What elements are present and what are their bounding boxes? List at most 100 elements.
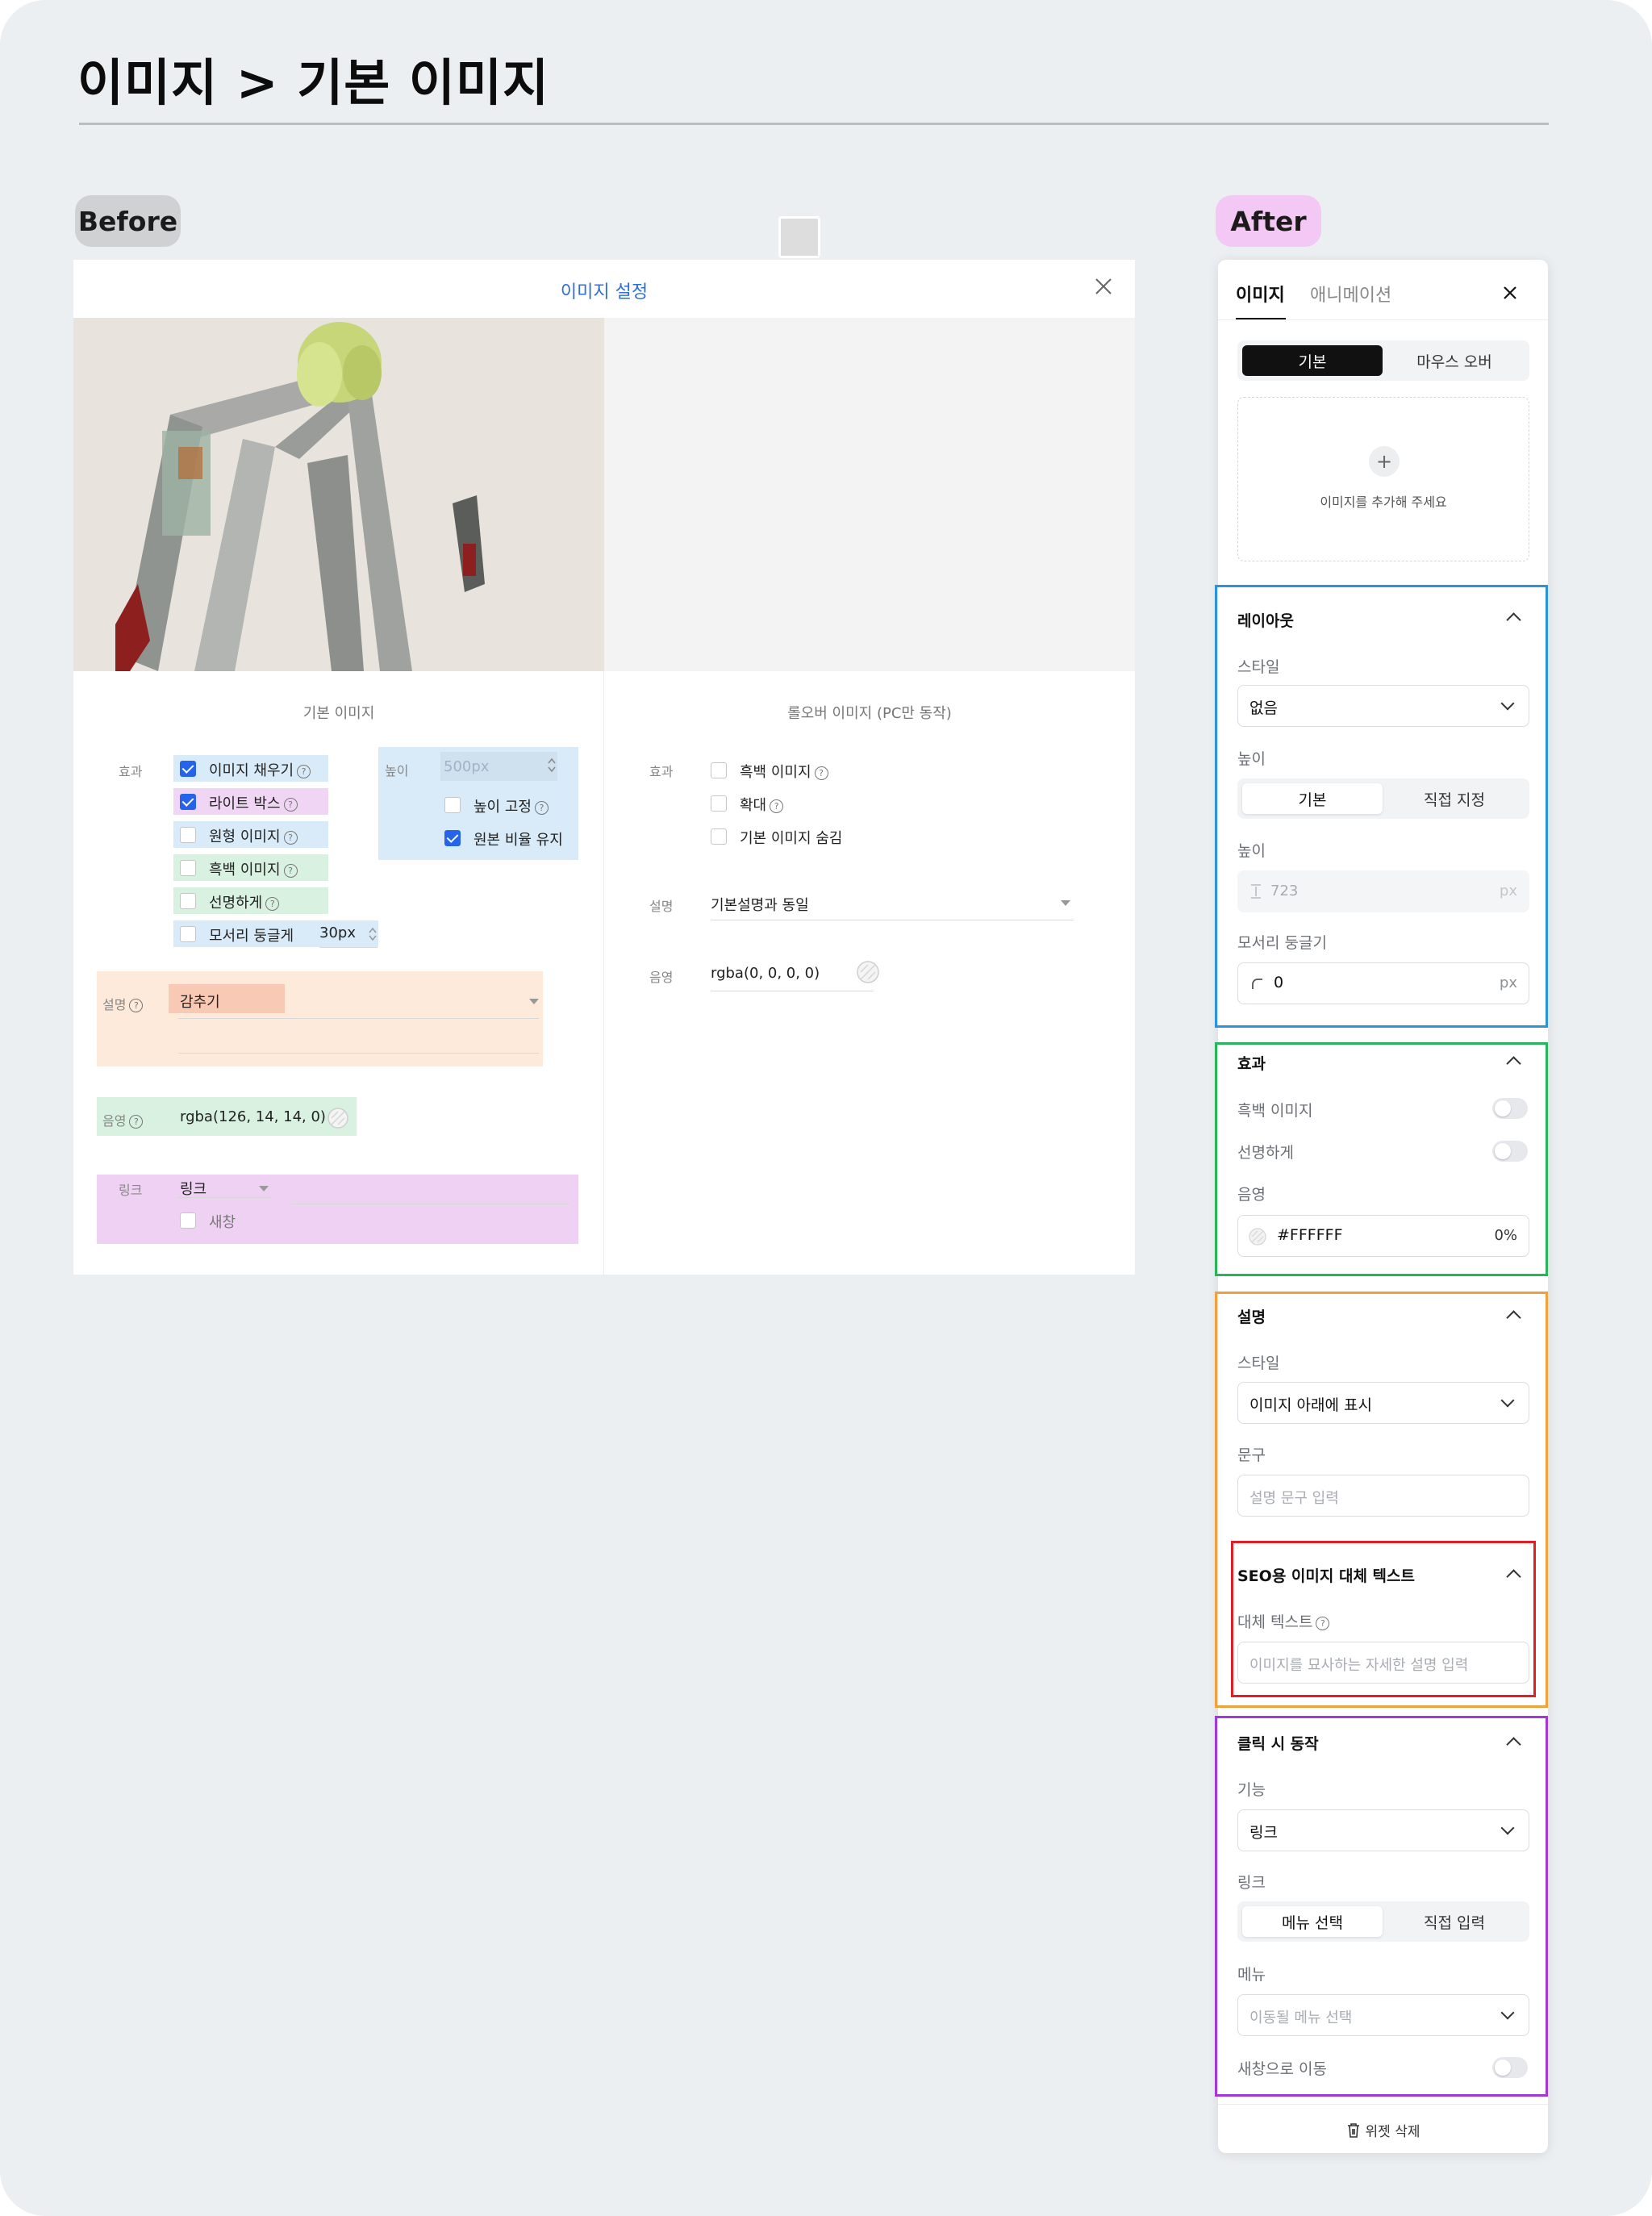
- fill-image-checkbox[interactable]: [180, 761, 196, 777]
- keep-ratio-label: 원본 비율 유지: [473, 832, 563, 849]
- help-icon[interactable]: ?: [297, 765, 311, 778]
- rollover-shadow-value[interactable]: rgba(0, 0, 0, 0): [711, 965, 820, 982]
- help-icon[interactable]: ?: [265, 897, 280, 911]
- rounded-corner-checkbox[interactable]: [180, 926, 196, 942]
- height-label: 높이: [1237, 750, 1266, 768]
- corner-radius-icon: [1252, 979, 1262, 989]
- shadow-value[interactable]: rgba(126, 14, 14, 0): [180, 1108, 326, 1125]
- state-hover-option[interactable]: 마우스 오버: [1384, 345, 1525, 376]
- keep-ratio-checkbox[interactable]: [444, 830, 461, 846]
- shadow-label: 음영: [1237, 1186, 1266, 1204]
- grayscale-label: 흑백 이미지: [209, 862, 281, 878]
- help-icon[interactable]: ?: [129, 999, 144, 1012]
- menu-select[interactable]: 이동될 메뉴 선택: [1237, 1994, 1529, 2036]
- tab-image[interactable]: 이미지: [1236, 281, 1285, 307]
- effect-title: 효과: [1237, 1055, 1266, 1073]
- color-picker-icon[interactable]: [327, 1107, 349, 1129]
- help-icon[interactable]: ?: [770, 799, 784, 813]
- menu-placeholder: 이동될 메뉴 선택: [1249, 2009, 1353, 2026]
- page: 이미지 > 기본 이미지 Before After 이미지 설정 기본 이미지 …: [0, 0, 1652, 2216]
- image-dropzone[interactable]: + 이미지를 추가해 주세요: [1237, 397, 1529, 561]
- stepper-icon[interactable]: [547, 757, 557, 774]
- function-select[interactable]: 링크: [1237, 1809, 1529, 1851]
- sharpen-option: 선명하게?: [209, 891, 280, 912]
- radius-unit: px: [1499, 974, 1517, 991]
- shadow-label: 음영: [102, 1113, 127, 1129]
- color-picker-icon[interactable]: [856, 960, 880, 984]
- before-label: Before: [75, 195, 181, 247]
- menu-label: 메뉴: [1237, 1966, 1266, 1984]
- rollover-desc-label: 설명: [649, 899, 674, 914]
- description-text-input[interactable]: 설명 문구 입력: [1237, 1475, 1529, 1517]
- link-mode-menu[interactable]: 메뉴 선택: [1242, 1906, 1383, 1937]
- rollover-grayscale-option: 흑백 이미지?: [740, 761, 828, 782]
- height-value: 723: [1270, 883, 1299, 899]
- description-label-group: 설명?: [102, 994, 144, 1013]
- after-panel: 이미지 애니메이션 기본 마우스 오버 + 이미지를 추가해 주세요 레이아웃 …: [1215, 260, 1548, 2153]
- rollover-effect-label: 효과: [649, 764, 674, 779]
- help-icon[interactable]: ?: [283, 864, 298, 878]
- page-title: 이미지 > 기본 이미지: [77, 53, 550, 112]
- radius-label: 모서리 둥글기: [1237, 934, 1327, 952]
- dropzone-text: 이미지를 추가해 주세요: [1320, 495, 1447, 510]
- new-window-toggle[interactable]: [1492, 2057, 1528, 2078]
- delete-widget-button[interactable]: 위젯 삭제: [1218, 2120, 1548, 2140]
- help-icon[interactable]: ?: [283, 798, 298, 812]
- sharpen-checkbox[interactable]: [180, 893, 196, 909]
- description-style-value: 이미지 아래에 표시: [1249, 1396, 1372, 1414]
- link-select-underline: [177, 1197, 272, 1198]
- rollover-image-preview[interactable]: [604, 318, 1135, 671]
- close-icon[interactable]: [1501, 284, 1519, 302]
- stepper-icon[interactable]: [368, 926, 378, 942]
- link-mode-direct[interactable]: 직접 입력: [1384, 1906, 1525, 1937]
- height-icon: [1251, 884, 1261, 899]
- height-placeholder: 500px: [444, 758, 490, 775]
- tab-animation[interactable]: 애니메이션: [1310, 281, 1391, 307]
- layout-style-select[interactable]: 없음: [1237, 685, 1529, 727]
- lightbox-checkbox[interactable]: [180, 794, 196, 810]
- state-default-option[interactable]: 기본: [1242, 345, 1383, 376]
- grayscale-option: 흑백 이미지?: [209, 858, 298, 879]
- new-window-checkbox[interactable]: [180, 1212, 196, 1229]
- rollover-hide-checkbox[interactable]: [711, 828, 727, 845]
- caret-down-icon[interactable]: [1061, 900, 1070, 906]
- height-mode-default[interactable]: 기본: [1242, 783, 1383, 814]
- height-fixed-checkbox[interactable]: [444, 797, 461, 813]
- description-style-select[interactable]: 이미지 아래에 표시: [1237, 1382, 1529, 1424]
- chevron-down-icon: [1500, 2005, 1515, 2020]
- layout-style-value: 없음: [1249, 699, 1278, 717]
- help-icon[interactable]: ?: [283, 831, 298, 845]
- radius-input[interactable]: 0 px: [1237, 962, 1529, 1004]
- rollover-desc-value[interactable]: 기본설명과 동일: [711, 894, 809, 915]
- link-select-value[interactable]: 링크: [180, 1178, 206, 1199]
- image-placeholder-icon: [778, 216, 820, 258]
- plus-icon[interactable]: +: [1369, 446, 1400, 477]
- close-icon[interactable]: [1090, 273, 1117, 300]
- description-select-value[interactable]: 감추기: [180, 991, 220, 1012]
- help-icon[interactable]: ?: [1316, 1617, 1330, 1630]
- rollover-grayscale-checkbox[interactable]: [711, 762, 727, 778]
- shadow-opacity: 0%: [1494, 1227, 1517, 1244]
- function-value: 링크: [1249, 1824, 1278, 1842]
- shadow-color-input[interactable]: #FFFFFF 0%: [1237, 1215, 1529, 1257]
- help-icon[interactable]: ?: [129, 1115, 144, 1129]
- alt-text-input[interactable]: 이미지를 묘사하는 자세한 설명 입력: [1237, 1642, 1529, 1684]
- alt-text-label-group: 대체 텍스트?: [1237, 1610, 1330, 1632]
- help-icon[interactable]: ?: [814, 766, 828, 780]
- height-input[interactable]: 500px: [440, 752, 557, 781]
- help-icon[interactable]: ?: [534, 801, 549, 815]
- caret-down-icon[interactable]: [259, 1186, 269, 1191]
- circle-image-checkbox[interactable]: [180, 827, 196, 843]
- trash-icon: [1347, 2123, 1359, 2138]
- sharpen-toggle[interactable]: [1492, 1141, 1528, 1162]
- grayscale-toggle[interactable]: [1492, 1098, 1528, 1119]
- rollover-section-title: 롤오버 이미지 (PC만 동작): [787, 705, 952, 722]
- corner-radius-input[interactable]: 30px: [319, 924, 356, 941]
- grayscale-checkbox[interactable]: [180, 860, 196, 876]
- rollover-zoom-checkbox[interactable]: [711, 795, 727, 812]
- radius-value: 0: [1274, 974, 1284, 991]
- link-label: 링크: [119, 1183, 143, 1198]
- caret-down-icon[interactable]: [529, 999, 539, 1004]
- color-swatch-icon[interactable]: [1248, 1227, 1267, 1246]
- height-mode-custom[interactable]: 직접 지정: [1384, 783, 1525, 814]
